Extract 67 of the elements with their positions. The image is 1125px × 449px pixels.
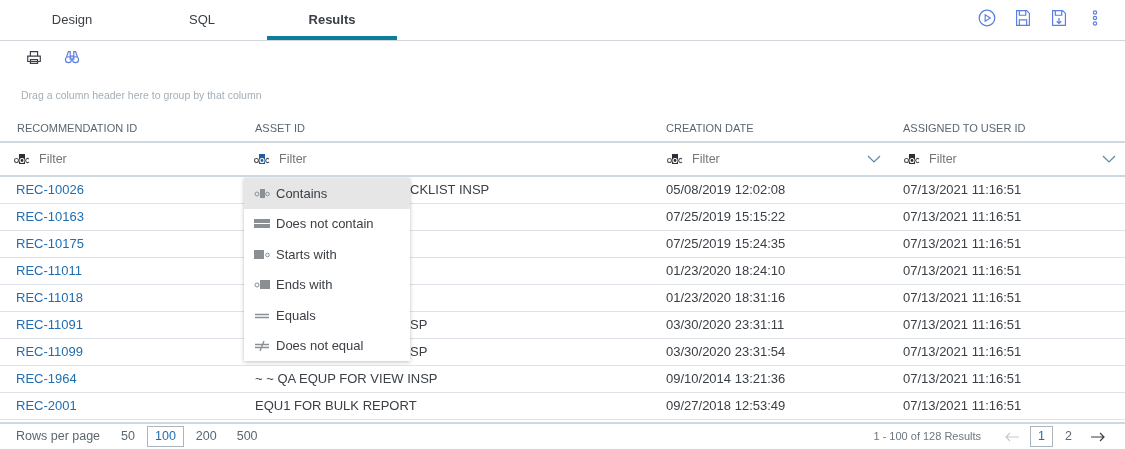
table-cell: ~ ~ QA EQUP FOR VIEW INSP bbox=[255, 371, 438, 387]
table-cell: CKLIST INSP bbox=[410, 182, 490, 198]
not-equal-icon bbox=[254, 339, 270, 353]
results-summary: 1 - 100 of 128 Results bbox=[873, 429, 982, 445]
recommendation-link[interactable]: REC-10163 bbox=[16, 209, 84, 225]
column-header[interactable]: ASSIGNED TO USER ID bbox=[903, 121, 1026, 134]
table-cell: 03/30/2020 23:31:11 bbox=[666, 317, 785, 333]
table-cell: 07/13/2021 11:16:51 bbox=[903, 317, 1022, 333]
table-cell: SP bbox=[410, 344, 428, 360]
recommendation-link[interactable]: REC-11099 bbox=[16, 344, 83, 360]
rows-per-page-label: Rows per page bbox=[16, 428, 101, 446]
starts-with-icon bbox=[254, 247, 270, 261]
menu-item[interactable]: Equals bbox=[244, 300, 410, 331]
recommendation-link[interactable]: REC-1964 bbox=[16, 371, 77, 387]
column-header[interactable]: ASSET ID bbox=[255, 121, 305, 134]
table-cell: 07/25/2019 15:24:35 bbox=[666, 236, 786, 252]
menu-item[interactable]: Contains bbox=[244, 178, 410, 209]
page-number[interactable]: 1 bbox=[1030, 426, 1054, 447]
recommendation-link[interactable]: REC-11018 bbox=[16, 290, 83, 306]
table-cell: 07/13/2021 11:16:51 bbox=[903, 209, 1022, 225]
table-cell: SP bbox=[410, 317, 428, 333]
page-size-option[interactable]: 50 bbox=[113, 426, 143, 447]
filter-field[interactable]: Filter bbox=[690, 148, 859, 170]
table-cell: 07/13/2021 11:16:51 bbox=[903, 398, 1022, 414]
recommendation-link[interactable]: REC-10175 bbox=[16, 236, 84, 252]
recommendation-link[interactable]: REC-2001 bbox=[16, 398, 77, 414]
table-cell: EQU1 FOR BULK REPORT bbox=[255, 398, 417, 414]
table-cell: 01/23/2020 18:31:16 bbox=[666, 290, 786, 306]
page-number[interactable]: 2 bbox=[1057, 426, 1080, 447]
menu-item[interactable]: Does not contain bbox=[244, 208, 410, 239]
table-cell: 01/23/2020 18:24:10 bbox=[666, 263, 786, 279]
filter-field[interactable]: Filter bbox=[277, 148, 645, 170]
tab[interactable]: SQL bbox=[137, 0, 267, 40]
text-filter-icon[interactable] bbox=[254, 153, 270, 165]
text-filter-icon[interactable] bbox=[667, 153, 683, 165]
table-cell: 07/25/2019 15:15:22 bbox=[666, 209, 786, 225]
tab[interactable]: Design bbox=[7, 0, 137, 40]
page-size-option[interactable]: 200 bbox=[187, 426, 225, 447]
column-header[interactable]: CREATION DATE bbox=[666, 121, 754, 134]
filter-field[interactable]: Filter bbox=[927, 148, 1094, 170]
group-hint: Drag a column header here to group by that column bbox=[21, 89, 262, 101]
menu-item[interactable]: Ends with bbox=[244, 269, 410, 300]
filter-field[interactable]: Filter bbox=[37, 148, 232, 170]
text-filter-icon[interactable] bbox=[14, 153, 30, 165]
ends-with-icon bbox=[254, 278, 270, 292]
table-cell: 03/30/2020 23:31:54 bbox=[666, 344, 786, 360]
column-header[interactable]: RECOMMENDATION ID bbox=[17, 121, 138, 134]
table-cell: 07/13/2021 11:16:51 bbox=[903, 236, 1022, 252]
contains-icon bbox=[254, 186, 270, 200]
page-size-option[interactable]: 500 bbox=[228, 426, 266, 447]
table-cell: 09/10/2014 13:21:36 bbox=[666, 371, 786, 387]
table-cell: 07/13/2021 11:16:51 bbox=[903, 182, 1022, 198]
table-cell: 07/13/2021 11:16:51 bbox=[903, 344, 1022, 360]
text-filter-icon[interactable] bbox=[904, 153, 920, 165]
recommendation-link[interactable]: REC-10026 bbox=[16, 182, 84, 198]
recommendation-link[interactable]: REC-11011 bbox=[16, 263, 82, 279]
menu-item[interactable]: Starts with bbox=[244, 239, 410, 270]
recommendation-link[interactable]: REC-11091 bbox=[16, 317, 83, 333]
not-contains-icon bbox=[254, 217, 270, 231]
table-cell: 07/13/2021 11:16:51 bbox=[903, 290, 1022, 306]
table-cell: 05/08/2019 12:02:08 bbox=[666, 182, 786, 198]
menu-item[interactable]: Does not equal bbox=[244, 330, 410, 361]
table-cell: 09/27/2018 12:53:49 bbox=[666, 398, 786, 414]
table-cell: 07/13/2021 11:16:51 bbox=[903, 263, 1022, 279]
page-size-option[interactable]: 100 bbox=[147, 426, 184, 447]
table-cell: 07/13/2021 11:16:51 bbox=[903, 371, 1022, 387]
tab[interactable]: Results bbox=[267, 0, 397, 40]
